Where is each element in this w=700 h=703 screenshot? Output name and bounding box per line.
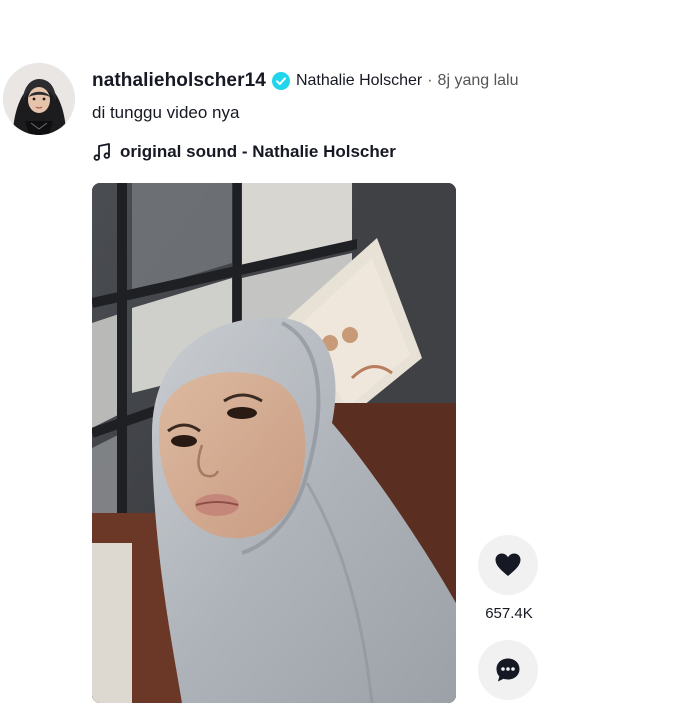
- post-caption: di tunggu video nya: [92, 103, 240, 122]
- separator-dot: ·: [427, 72, 433, 89]
- avatar-image: [3, 63, 75, 135]
- nickname: Nathalie Holscher: [295, 72, 423, 89]
- video-player[interactable]: [92, 183, 456, 703]
- like-count: 657.4K: [485, 605, 533, 622]
- heart-icon: [494, 552, 522, 578]
- video-frame: [92, 183, 456, 703]
- music-note-icon: [92, 142, 112, 162]
- sound-name: original sound - Nathalie Holscher: [120, 142, 396, 161]
- comment-button[interactable]: [478, 640, 538, 700]
- sound-link[interactable]: original sound - Nathalie Holscher: [92, 140, 396, 164]
- post-header: nathalieholscher14 Nathalie Holscher · 8…: [92, 68, 519, 94]
- username-link[interactable]: nathalieholscher14: [92, 70, 266, 92]
- verified-badge-icon: [271, 72, 290, 90]
- comment-icon: [494, 656, 522, 684]
- post-time: 8j yang lalu: [437, 72, 519, 89]
- like-button[interactable]: [478, 535, 538, 595]
- avatar[interactable]: [3, 63, 75, 135]
